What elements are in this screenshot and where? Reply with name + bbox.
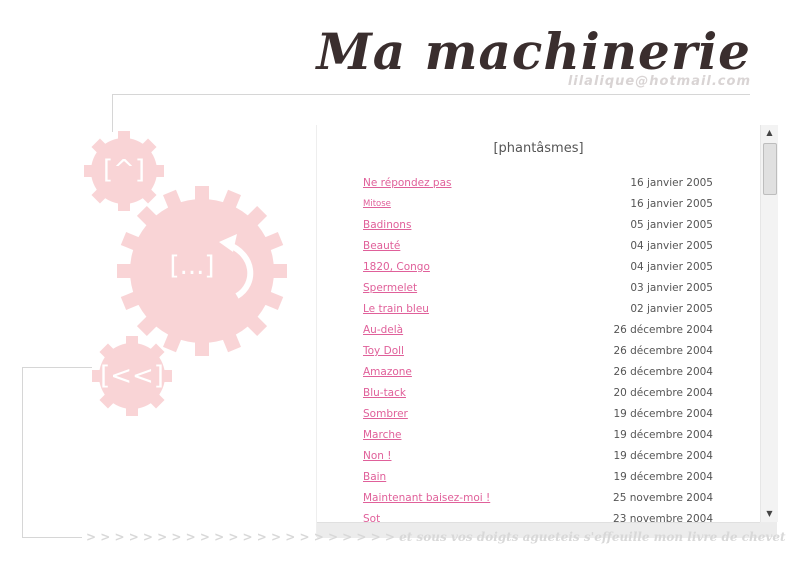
entry-date: 16 janvier 2005 — [630, 198, 713, 210]
vertical-scrollbar[interactable]: ▲ ▼ — [760, 125, 778, 522]
entry-date: 25 novembre 2004 — [613, 492, 713, 504]
entry-link[interactable]: Le train bleu — [363, 303, 429, 316]
entries-panel: [phantâsmes] Ne répondez pas 16 janvier 2… — [316, 125, 778, 538]
list-item: Marche 19 décembre 2004 — [363, 429, 713, 450]
list-item: Ne répondez pas 16 janvier 2005 — [363, 177, 713, 198]
list-item: Non ! 19 décembre 2004 — [363, 450, 713, 471]
back-connector-horizontal — [22, 367, 92, 368]
section-title: [phantâsmes] — [493, 141, 584, 156]
entry-link[interactable]: Sombrer — [363, 408, 408, 421]
entry-date: 20 décembre 2004 — [613, 387, 713, 399]
list-item: Beauté 04 janvier 2005 — [363, 240, 713, 261]
entry-date: 16 janvier 2005 — [630, 177, 713, 189]
nav-index-button[interactable]: [...] — [169, 251, 214, 281]
list-item: 1820, Congo 04 janvier 2005 — [363, 261, 713, 282]
entry-link[interactable]: Non ! — [363, 450, 391, 463]
list-item: Au-delà 26 décembre 2004 — [363, 324, 713, 345]
list-item: Sot 23 novembre 2004 — [363, 513, 713, 522]
nav-back-button[interactable]: [<<] — [100, 361, 164, 391]
footer-tagline: > > > > > > > > > > > > > > > > > > > > … — [86, 530, 786, 544]
scroll-thumb[interactable] — [763, 143, 777, 195]
list-item: Mitose 16 janvier 2005 — [363, 198, 713, 219]
scroll-down-icon[interactable]: ▼ — [761, 506, 778, 522]
entry-date: 19 décembre 2004 — [613, 450, 713, 462]
list-item: Toy Doll 26 décembre 2004 — [363, 345, 713, 366]
entry-date: 19 décembre 2004 — [613, 471, 713, 483]
list-item: Amazone 26 décembre 2004 — [363, 366, 713, 387]
list-item: Badinons 05 janvier 2005 — [363, 219, 713, 240]
header-rule — [112, 94, 750, 95]
entry-date: 05 janvier 2005 — [630, 219, 713, 231]
footer-tagline-text: et sous vos doigts agueteis s'effeuille … — [399, 530, 786, 544]
entry-date: 26 décembre 2004 — [613, 345, 713, 357]
entry-link[interactable]: Toy Doll — [363, 345, 404, 358]
nav-top-button[interactable]: [^] — [103, 155, 145, 185]
entry-link[interactable]: Beauté — [363, 240, 400, 253]
entry-date: 26 décembre 2004 — [613, 366, 713, 378]
list-item: Sombrer 19 décembre 2004 — [363, 408, 713, 429]
list-item: Le train bleu 02 janvier 2005 — [363, 303, 713, 324]
entry-link[interactable]: Blu-tack — [363, 387, 406, 400]
list-item: Blu-tack 20 décembre 2004 — [363, 387, 713, 408]
entry-link[interactable]: Badinons — [363, 219, 411, 232]
entry-date: 19 décembre 2004 — [613, 408, 713, 420]
entry-link[interactable]: Spermelet — [363, 282, 417, 295]
list-item: Maintenant baisez-moi ! 25 novembre 2004 — [363, 492, 713, 513]
entry-link[interactable]: Sot — [363, 513, 380, 522]
entry-link[interactable]: Au-delà — [363, 324, 403, 337]
entry-link[interactable]: Mitose — [363, 198, 391, 211]
footer-arrows: > > > > > > > > > > > > > > > > > > > > … — [86, 530, 395, 544]
entry-date: 19 décembre 2004 — [613, 429, 713, 441]
entry-date: 26 décembre 2004 — [613, 324, 713, 336]
entry-link[interactable]: Marche — [363, 429, 401, 442]
list-item: Bain 19 décembre 2004 — [363, 471, 713, 492]
entry-link[interactable]: Ne répondez pas — [363, 177, 452, 190]
entry-date: 04 janvier 2005 — [630, 261, 713, 273]
entry-date: 23 novembre 2004 — [613, 513, 713, 522]
entry-date: 02 janvier 2005 — [630, 303, 713, 315]
entry-link[interactable]: 1820, Congo — [363, 261, 430, 274]
entries-list: Ne répondez pas 16 janvier 2005 Mitose 16 j… — [363, 177, 713, 522]
entry-link[interactable]: Maintenant baisez-moi ! — [363, 492, 490, 505]
back-connector-vertical — [22, 367, 23, 538]
entry-date: 03 janvier 2005 — [630, 282, 713, 294]
bottom-rule — [22, 537, 82, 538]
list-item: Spermelet 03 janvier 2005 — [363, 282, 713, 303]
entries-viewport: [phantâsmes] Ne répondez pas 16 janvier 2… — [317, 125, 760, 522]
scroll-up-icon[interactable]: ▲ — [761, 125, 778, 141]
entry-link[interactable]: Bain — [363, 471, 386, 484]
contact-email[interactable]: lilalique@hotmail.com — [568, 74, 751, 89]
site-title: Ma machinerie — [316, 22, 751, 81]
entry-date: 04 janvier 2005 — [630, 240, 713, 252]
entry-link[interactable]: Amazone — [363, 366, 412, 379]
